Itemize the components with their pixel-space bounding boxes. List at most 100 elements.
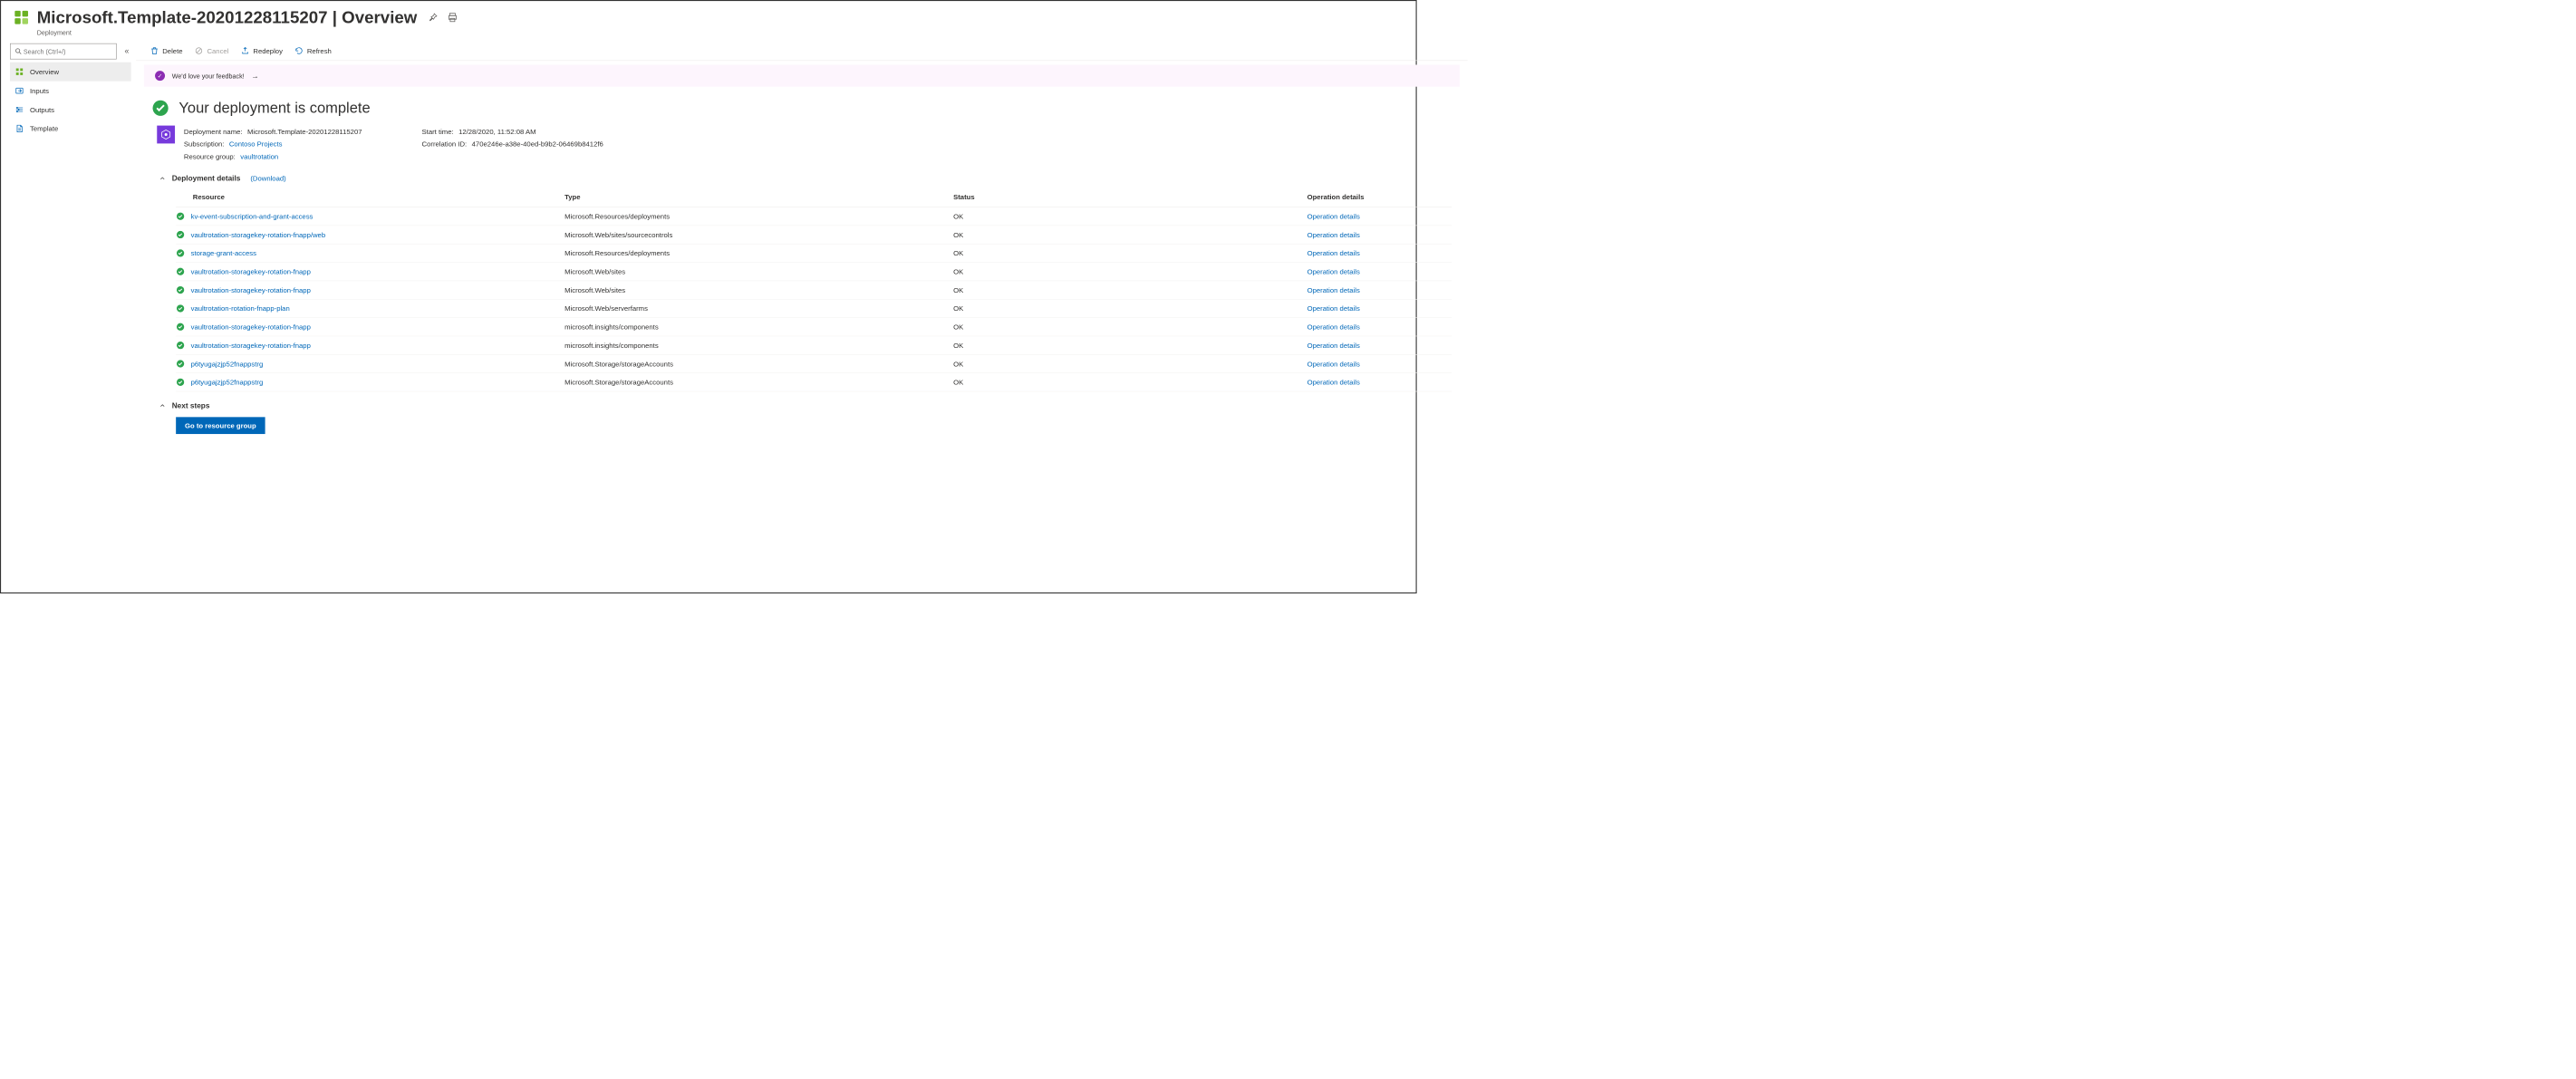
success-check-icon — [176, 323, 185, 332]
search-box[interactable] — [10, 43, 117, 60]
table-row: vaultrotation-storagekey-rotation-fnapp M… — [176, 263, 1452, 281]
sidebar-item-overview[interactable]: Overview — [10, 63, 131, 82]
operation-details-link[interactable]: Operation details — [1307, 323, 1360, 331]
cancel-label: Cancel — [207, 47, 228, 55]
resource-link[interactable]: kv-event-subscription-and-grant-access — [191, 212, 314, 220]
sidebar-item-outputs[interactable]: Outputs — [10, 101, 131, 120]
success-check-icon — [152, 100, 169, 117]
sidebar-item-inputs[interactable]: Inputs — [10, 82, 131, 101]
status-cell: OK — [953, 323, 1307, 331]
resource-link[interactable]: vaultrotation-storagekey-rotation-fnapp/… — [191, 230, 326, 238]
next-steps-label: Next steps — [172, 401, 210, 409]
operation-details-link[interactable]: Operation details — [1307, 230, 1360, 238]
table-row: vaultrotation-storagekey-rotation-fnappM… — [176, 281, 1452, 299]
sidebar-item-template[interactable]: Template — [10, 119, 131, 138]
operation-details-link[interactable]: Operation details — [1307, 212, 1360, 220]
operation-details-link[interactable]: Operation details — [1307, 360, 1360, 368]
type-cell: Microsoft.Web/sites/sourcecontrols — [564, 230, 953, 238]
refresh-icon — [294, 46, 304, 55]
table-row: vaultrotation-rotation-fnapp-planMicroso… — [176, 299, 1452, 317]
col-operation: Operation details — [1307, 193, 1452, 201]
col-type: Type — [564, 193, 953, 201]
resource-group-label: Resource group: — [184, 153, 236, 161]
deployment-details-label: Deployment details — [172, 174, 241, 182]
sidebar-item-label: Template — [30, 125, 58, 133]
status-cell: OK — [953, 304, 1307, 313]
go-to-resource-group-button[interactable]: Go to resource group — [176, 417, 265, 434]
redeploy-icon — [241, 46, 250, 55]
table-row: kv-event-subscription-and-grant-access Mi… — [176, 207, 1452, 226]
type-cell: Microsoft.Storage/storageAccounts — [564, 360, 953, 368]
operation-details-link[interactable]: Operation details — [1307, 249, 1360, 257]
resource-link[interactable]: vaultrotation-storagekey-rotation-fnapp — [191, 267, 311, 275]
resource-link[interactable]: p6tyugajzjp52fnappstrg — [191, 378, 264, 386]
type-cell: Microsoft.Web/sites — [564, 267, 953, 275]
download-link[interactable]: (Download) — [250, 175, 285, 183]
trash-icon — [150, 46, 159, 55]
subscription-label: Subscription: — [184, 140, 225, 149]
resource-link[interactable]: vaultrotation-rotation-fnapp-plan — [191, 304, 290, 313]
type-cell: microsoft.insights/components — [564, 323, 953, 331]
resource-link[interactable]: storage-grant-access — [191, 249, 256, 257]
template-icon — [15, 124, 24, 133]
resource-link[interactable]: vaultrotation-storagekey-rotation-fnapp — [191, 342, 311, 350]
deployment-name-label: Deployment name: — [184, 128, 243, 136]
refresh-button[interactable]: Refresh — [294, 46, 332, 55]
table-row: p6tyugajzjp52fnappstrg Microsoft.Storage/… — [176, 373, 1452, 391]
success-check-icon — [176, 285, 185, 294]
status-cell: OK — [953, 249, 1307, 257]
status-title: Your deployment is complete — [178, 100, 370, 117]
operation-details-link[interactable]: Operation details — [1307, 342, 1360, 350]
type-cell: Microsoft.Storage/storageAccounts — [564, 378, 953, 386]
delete-button[interactable]: Delete — [150, 46, 182, 55]
outputs-icon — [15, 105, 24, 114]
operation-details-link[interactable]: Operation details — [1307, 378, 1360, 386]
feedback-text: We'd love your feedback! — [172, 72, 245, 79]
success-check-icon — [176, 378, 185, 387]
status-cell: OK — [953, 378, 1307, 386]
resource-link[interactable]: p6tyugajzjp52fnappstrg — [191, 360, 264, 368]
resource-link[interactable]: vaultrotation-storagekey-rotation-fnapp — [191, 285, 311, 294]
page-header: Microsoft.Template-20201228115207 | Over… — [1, 1, 1415, 30]
status-cell: OK — [953, 342, 1307, 350]
chevron-up-icon — [159, 402, 166, 409]
success-check-icon — [176, 303, 185, 313]
inputs-icon — [15, 86, 24, 95]
delete-label: Delete — [162, 47, 182, 55]
operation-details-link[interactable]: Operation details — [1307, 285, 1360, 294]
overview-icon — [15, 67, 24, 76]
deployment-logo-icon — [11, 7, 32, 28]
arrow-right-icon: → — [251, 72, 258, 80]
operation-details-link[interactable]: Operation details — [1307, 304, 1360, 313]
redeploy-button[interactable]: Redeploy — [241, 46, 283, 55]
feedback-bar[interactable]: ✓ We'd love your feedback! → — [144, 65, 1460, 87]
start-time-value: 12/28/2020, 11:52:08 AM — [458, 128, 535, 136]
status-cell: OK — [953, 212, 1307, 220]
collapse-sidebar-icon[interactable]: « — [122, 45, 130, 58]
correlation-id-label: Correlation ID: — [422, 140, 468, 149]
feedback-icon: ✓ — [155, 71, 165, 81]
print-icon[interactable] — [447, 12, 458, 23]
pin-icon[interactable] — [427, 12, 438, 23]
table-row: vaultrotation-storagekey-rotation-fnapp m… — [176, 318, 1452, 336]
resource-link[interactable]: vaultrotation-storagekey-rotation-fnapp — [191, 323, 311, 331]
resource-group-link[interactable]: vaultrotation — [240, 153, 278, 161]
redeploy-label: Redeploy — [253, 47, 283, 55]
table-row: p6tyugajzjp52fnappstrg Microsoft.Storage/… — [176, 354, 1452, 372]
table-header: Resource Type Status Operation details — [176, 187, 1452, 207]
deployment-details-toggle[interactable]: Deployment details (Download) — [159, 174, 1452, 182]
next-steps-toggle[interactable]: Next steps — [159, 401, 1452, 409]
deployment-info: Deployment name: Microsoft.Template-2020… — [157, 126, 1452, 164]
subscription-link[interactable]: Contoso Projects — [229, 140, 283, 149]
page-subtitle: Deployment — [37, 29, 1416, 36]
arm-template-icon — [157, 126, 175, 144]
search-input[interactable] — [23, 47, 112, 55]
refresh-label: Refresh — [307, 47, 332, 55]
sidebar-item-label: Overview — [30, 68, 59, 76]
table-row: vaultrotation-storagekey-rotation-fnapp/… — [176, 226, 1452, 244]
type-cell: Microsoft.Resources/deployments — [564, 249, 953, 257]
type-cell: Microsoft.Resources/deployments — [564, 212, 953, 220]
deployment-table: Resource Type Status Operation details k… — [176, 187, 1452, 391]
status-cell: OK — [953, 285, 1307, 294]
operation-details-link[interactable]: Operation details — [1307, 267, 1360, 275]
